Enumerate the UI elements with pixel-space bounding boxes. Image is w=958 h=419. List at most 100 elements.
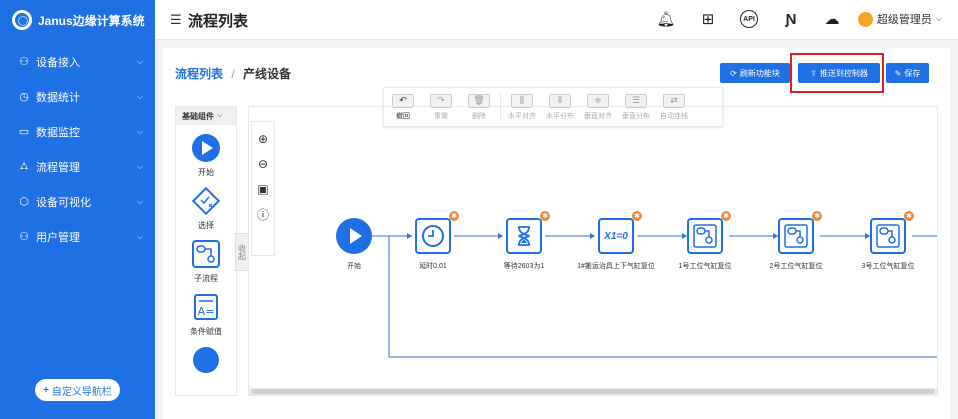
chevron-down-icon: ⌵ bbox=[136, 126, 143, 136]
palette-item-choice[interactable]: 选择 bbox=[176, 186, 236, 231]
node-label: 3号工位气缸复位 bbox=[861, 263, 915, 270]
assign-icon: X1=0 ✱ bbox=[598, 211, 642, 254]
upload-icon: ⇪ bbox=[810, 68, 817, 78]
palette-title-label: 基础组件 bbox=[182, 111, 214, 121]
sidebar-item-label: 用户管理 bbox=[36, 231, 80, 244]
user-menu[interactable]: 超级管理员 ⌵ bbox=[857, 11, 942, 27]
cube-icon: ⬡ bbox=[19, 196, 29, 208]
sidebar-item-user-management[interactable]: ⚇ 用户管理 ⌵ bbox=[0, 219, 155, 254]
settings-gear-icon[interactable]: ✱ bbox=[449, 211, 459, 221]
palette-item-subflow[interactable]: 子流程 bbox=[176, 239, 236, 284]
palette-title: 基础组件 ⌵ bbox=[176, 107, 236, 125]
assign-expression: X1=0 bbox=[604, 230, 628, 242]
scrollbar-thumb[interactable] bbox=[251, 389, 935, 394]
device-icon: ⚇ bbox=[19, 56, 29, 68]
choice-icon bbox=[191, 186, 221, 216]
flow-node[interactable]: ✱ 延时0.01 bbox=[394, 211, 472, 271]
refresh-blocks-button[interactable]: ⟳ 刷新功能块 bbox=[720, 63, 790, 83]
palette-item-label: 选择 bbox=[198, 221, 214, 230]
palette-item-more[interactable] bbox=[176, 345, 236, 379]
user-name: 超级管理员 bbox=[876, 14, 932, 26]
settings-gear-icon[interactable]: ✱ bbox=[904, 211, 914, 221]
refresh-icon: ⟳ bbox=[730, 68, 737, 78]
chevron-down-icon: ⌵ bbox=[136, 231, 143, 241]
palette-item-label: 条件赋值 bbox=[190, 327, 222, 336]
sidebar-item-label: 数据监控 bbox=[36, 126, 80, 139]
breadcrumb-separator: / bbox=[231, 67, 235, 81]
sidebar-item-label: 设备可视化 bbox=[36, 196, 91, 209]
sidebar-item-device-visualization[interactable]: ⬡ 设备可视化 ⌵ bbox=[0, 184, 155, 219]
flow-node[interactable]: X1=0 ✱ 1#搬运治具上下气缸复位 bbox=[556, 211, 676, 271]
subflow-icon: ✱ bbox=[778, 211, 822, 254]
sidebar-item-device-access[interactable]: ⚇ 设备接入 ⌵ bbox=[0, 44, 155, 79]
sidebar-item-label: 设备接入 bbox=[36, 56, 80, 69]
node-label: 2号工位气缸复位 bbox=[769, 263, 823, 270]
settings-gear-icon[interactable]: ✱ bbox=[812, 211, 822, 221]
start-icon bbox=[336, 218, 372, 254]
node-label: 延时0.01 bbox=[419, 263, 447, 270]
palette-item-conditional-assign[interactable]: A= 条件赋值 bbox=[176, 292, 236, 337]
menu-toggle-icon[interactable]: ☰ bbox=[170, 12, 182, 28]
save-button[interactable]: ✎ 保存 bbox=[886, 63, 929, 83]
sidebar-item-data-monitor[interactable]: ▭ 数据监控 ⌵ bbox=[0, 114, 155, 149]
subflow-icon bbox=[191, 239, 221, 269]
plus-icon: + bbox=[43, 384, 49, 396]
node-label: 1号工位气缸复位 bbox=[678, 263, 732, 270]
apps-icon[interactable]: ⊞ bbox=[697, 8, 719, 30]
push-label: 推送到控制器 bbox=[819, 68, 868, 78]
avatar bbox=[857, 11, 873, 27]
timer-icon: ✱ bbox=[415, 211, 459, 254]
clock-icon: ◷ bbox=[19, 91, 29, 103]
users-icon: ⚇ bbox=[19, 231, 29, 243]
more-component-icon bbox=[191, 345, 221, 375]
node-label: 开始 bbox=[347, 263, 361, 270]
main-panel: 流程列表 / 产线设备 ⟳ 刷新功能块 ⇪ 推送到控制器 ✎ 保存 ↶ 撤回 ↷… bbox=[163, 48, 950, 419]
breadcrumb-parent-link[interactable]: 流程列表 bbox=[175, 67, 223, 81]
breadcrumb: 流程列表 / 产线设备 bbox=[175, 65, 291, 82]
flow-node-start[interactable]: 开始 bbox=[319, 218, 389, 271]
refresh-label: 刷新功能块 bbox=[739, 68, 780, 78]
app-name: Janus边缘计算系统 bbox=[38, 13, 145, 28]
palette-item-label: 子流程 bbox=[194, 274, 218, 283]
subflow-icon: ✱ bbox=[687, 211, 731, 254]
sidebar-item-data-stats[interactable]: ◷ 数据统计 ⌵ bbox=[0, 79, 155, 114]
flow-canvas[interactable]: ⊕ ⊖ ▣ ⓘ 开始 ✱ 延时0.01 ✱ 等待2603为1 X1=0 ✱ 1#… bbox=[248, 106, 938, 396]
start-icon bbox=[191, 133, 221, 163]
n-icon[interactable]: Ɲ bbox=[780, 8, 802, 30]
top-header: ☰ 流程列表 🔔︎ ⊞ API Ɲ ☁ 超级管理员 ⌵ bbox=[155, 0, 958, 40]
svg-text:A=: A= bbox=[198, 305, 215, 318]
chevron-down-icon: ⌵ bbox=[935, 14, 942, 23]
settings-gear-icon[interactable]: ✱ bbox=[540, 211, 550, 221]
canvas-horizontal-scrollbar[interactable] bbox=[249, 388, 937, 395]
sidebar-item-flow-management[interactable]: ⛼ 流程管理 ⌵ bbox=[0, 149, 155, 184]
bell-icon[interactable]: 🔔︎ bbox=[655, 8, 677, 30]
flow-node[interactable]: ✱ 2号工位气缸复位 bbox=[754, 211, 838, 271]
settings-gear-icon[interactable]: ✱ bbox=[721, 211, 731, 221]
chevron-down-icon: ⌵ bbox=[136, 161, 143, 171]
settings-gear-icon[interactable]: ✱ bbox=[632, 211, 642, 221]
page-title: 流程列表 bbox=[188, 13, 249, 30]
component-palette: 基础组件 ⌵ 开始 选择 子流程 A= 条件赋值 bbox=[175, 106, 237, 396]
palette-item-start[interactable]: 开始 bbox=[176, 133, 236, 178]
flow-node[interactable]: ✱ 3号工位气缸复位 bbox=[846, 211, 930, 271]
palette-item-label: 开始 bbox=[198, 168, 214, 177]
chevron-down-icon: ⌵ bbox=[136, 196, 143, 206]
custom-nav-label: 自定义导航栏 bbox=[51, 386, 112, 398]
chevron-down-icon: ⌵ bbox=[136, 56, 143, 66]
breadcrumb-current: 产线设备 bbox=[243, 67, 292, 81]
sidebar-item-label: 流程管理 bbox=[36, 161, 80, 174]
cloud-icon[interactable]: ☁ bbox=[821, 8, 843, 30]
sidebar-item-label: 数据统计 bbox=[36, 91, 80, 104]
save-label: 保存 bbox=[904, 68, 921, 78]
push-to-controller-button[interactable]: ⇪ 推送到控制器 bbox=[798, 63, 880, 83]
palette-collapse-toggle[interactable]: 收起 bbox=[235, 233, 249, 271]
logo-icon bbox=[12, 10, 32, 30]
flow-node[interactable]: ✱ 1号工位气缸复位 bbox=[663, 211, 747, 271]
chevron-down-icon: ⌵ bbox=[217, 112, 223, 119]
node-label: 等待2603为1 bbox=[503, 263, 545, 270]
app-logo[interactable]: Janus边缘计算系统 bbox=[0, 0, 155, 40]
hourglass-icon: ✱ bbox=[506, 211, 550, 254]
custom-nav-button[interactable]: + 自定义导航栏 bbox=[35, 379, 120, 401]
api-icon[interactable]: API bbox=[740, 10, 758, 28]
conditional-assign-icon: A= bbox=[191, 292, 221, 322]
